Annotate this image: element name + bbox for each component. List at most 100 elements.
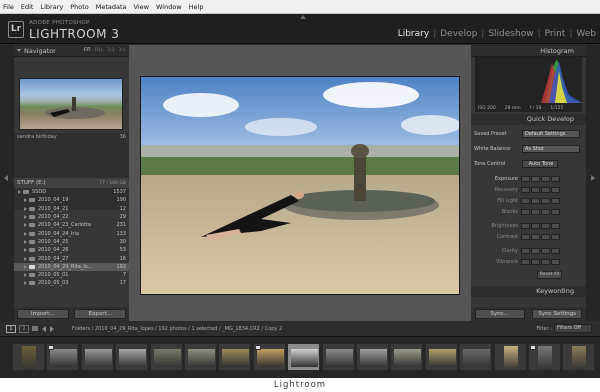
filmstrip-thumbnail[interactable] (390, 343, 424, 371)
filmstrip-thumbnail[interactable] (356, 343, 389, 371)
folder-item[interactable]: 2010_04_22 29 (14, 213, 129, 221)
filmstrip-thumbnail-selected[interactable] (287, 343, 321, 371)
sync-button[interactable]: Sync... (474, 309, 525, 319)
menu-photo[interactable]: Photo (70, 3, 89, 11)
navigator-header[interactable]: Navigator FIT FILL 1:1 3:1 (14, 45, 129, 57)
histogram-header[interactable]: Histogram (471, 45, 586, 57)
folder-item[interactable]: 2010_04_21 12 (14, 205, 129, 213)
adjust-button[interactable] (531, 175, 540, 182)
adjust-button[interactable] (531, 197, 540, 204)
folder-item[interactable]: 2010_05_03 17 (14, 279, 129, 287)
import-button[interactable]: Import... (16, 309, 69, 319)
drive-header[interactable]: STUFF (E:) 77 / 100 GB (14, 178, 129, 188)
keywording-header[interactable]: Keywording (471, 286, 586, 297)
filmstrip-thumbnail[interactable] (80, 343, 114, 371)
adjust-button[interactable] (551, 233, 560, 240)
collapse-left-panel-icon[interactable] (4, 175, 8, 181)
filmstrip-thumbnail[interactable] (149, 343, 183, 371)
adjust-button[interactable] (521, 186, 530, 193)
folder-item[interactable]: SSDD 1537 (14, 188, 129, 196)
menu-library[interactable]: Library (40, 3, 63, 11)
adjust-button[interactable] (531, 247, 540, 254)
module-library[interactable]: Library (398, 29, 429, 39)
left-panel-edge[interactable] (0, 45, 14, 321)
adjust-button[interactable] (551, 247, 560, 254)
sync-settings-button[interactable]: Sync Settings (532, 309, 583, 319)
filmstrip-thumbnail[interactable] (528, 343, 561, 371)
adjust-button[interactable] (541, 197, 550, 204)
filmstrip-thumbnail[interactable] (424, 343, 458, 371)
export-button[interactable]: Export... (74, 309, 127, 319)
zoom-3-1[interactable]: 3:1 (119, 48, 126, 53)
main-photo[interactable] (140, 76, 460, 295)
adjust-button[interactable] (551, 186, 560, 193)
menu-metadata[interactable]: Metadata (96, 3, 127, 11)
quick-develop-header[interactable]: Quick Develop (471, 114, 586, 125)
adjust-button[interactable] (551, 222, 560, 229)
folder-item[interactable]: 2010_05_01 7 (14, 271, 129, 279)
adjust-button[interactable] (541, 247, 550, 254)
filmstrip-thumbnail[interactable] (218, 343, 252, 371)
adjust-button[interactable] (521, 233, 530, 240)
filmstrip-thumbnail[interactable] (184, 343, 217, 371)
reset-all-button[interactable]: Reset All (537, 271, 562, 279)
adjust-button[interactable] (551, 258, 560, 265)
filmstrip-thumbnail[interactable] (252, 343, 286, 371)
adjust-button[interactable] (551, 208, 560, 215)
filmstrip-thumbnail[interactable] (12, 343, 45, 371)
adjust-button[interactable] (531, 233, 540, 240)
menu-edit[interactable]: Edit (21, 3, 34, 11)
adjust-button[interactable] (521, 222, 530, 229)
folder-item-selected[interactable]: 2010_04_29_Rita_lo... 192 (14, 262, 129, 271)
adjust-button[interactable] (521, 208, 530, 215)
folder-item[interactable]: 2010_04_27 16 (14, 254, 129, 262)
forward-arrow-icon[interactable] (50, 325, 54, 332)
page-2-button[interactable]: 2 (19, 324, 29, 333)
adjust-button[interactable] (541, 175, 550, 182)
adjust-button[interactable] (541, 208, 550, 215)
folder-item[interactable]: 2010_04_25 30 (14, 238, 129, 246)
adjust-button[interactable] (541, 233, 550, 240)
filmstrip-thumbnail[interactable] (459, 343, 493, 371)
page-1-button[interactable]: 1 (6, 324, 16, 333)
zoom-fill[interactable]: FILL (95, 48, 104, 53)
adjust-button[interactable] (541, 222, 550, 229)
adjust-button[interactable] (521, 247, 530, 254)
adjust-button[interactable] (541, 186, 550, 193)
adjust-button[interactable] (531, 222, 540, 229)
adjust-button[interactable] (531, 186, 540, 193)
collection-item[interactable]: sandra birthday 36 (14, 133, 129, 141)
adjust-button[interactable] (541, 258, 550, 265)
filmstrip-thumbnail[interactable] (321, 343, 355, 371)
menu-window[interactable]: Window (156, 3, 182, 11)
navigator-preview[interactable] (19, 78, 123, 130)
adjust-button[interactable] (551, 175, 560, 182)
collapse-top-panel-icon[interactable] (300, 15, 306, 19)
white-balance-select[interactable]: As Shot (522, 144, 580, 153)
right-panel-edge[interactable] (586, 45, 600, 321)
module-slideshow[interactable]: Slideshow (488, 29, 533, 39)
module-print[interactable]: Print (545, 29, 566, 39)
adjust-button[interactable] (531, 208, 540, 215)
menu-file[interactable]: File (3, 3, 14, 11)
filmstrip-thumbnail[interactable] (562, 343, 596, 371)
adjust-button[interactable] (551, 197, 560, 204)
filter-select[interactable]: Filters Off (554, 324, 592, 333)
menu-view[interactable]: View (134, 3, 149, 11)
folder-item[interactable]: 2010_04_19 190 (14, 196, 129, 204)
filmstrip-thumbnail[interactable] (493, 343, 527, 371)
source-path[interactable]: Folders / 2010_04_29_Rita_lopes / 192 ph… (72, 326, 282, 332)
grid-view-icon[interactable] (32, 326, 38, 331)
collapse-right-panel-icon[interactable] (591, 175, 595, 181)
folder-item[interactable]: 2010_04_24_Iria 133 (14, 229, 129, 237)
adjust-button[interactable] (521, 197, 530, 204)
module-web[interactable]: Web (576, 29, 596, 39)
filmstrip-thumbnail[interactable] (115, 343, 149, 371)
menu-help[interactable]: Help (189, 3, 204, 11)
adjust-button[interactable] (521, 175, 530, 182)
back-arrow-icon[interactable] (42, 325, 46, 332)
folder-item[interactable]: 2010_04_23_Carlotta 231 (14, 221, 129, 229)
folder-item[interactable]: 2010_04_26 53 (14, 246, 129, 254)
adjust-button[interactable] (531, 258, 540, 265)
zoom-fit[interactable]: FIT (84, 48, 91, 53)
